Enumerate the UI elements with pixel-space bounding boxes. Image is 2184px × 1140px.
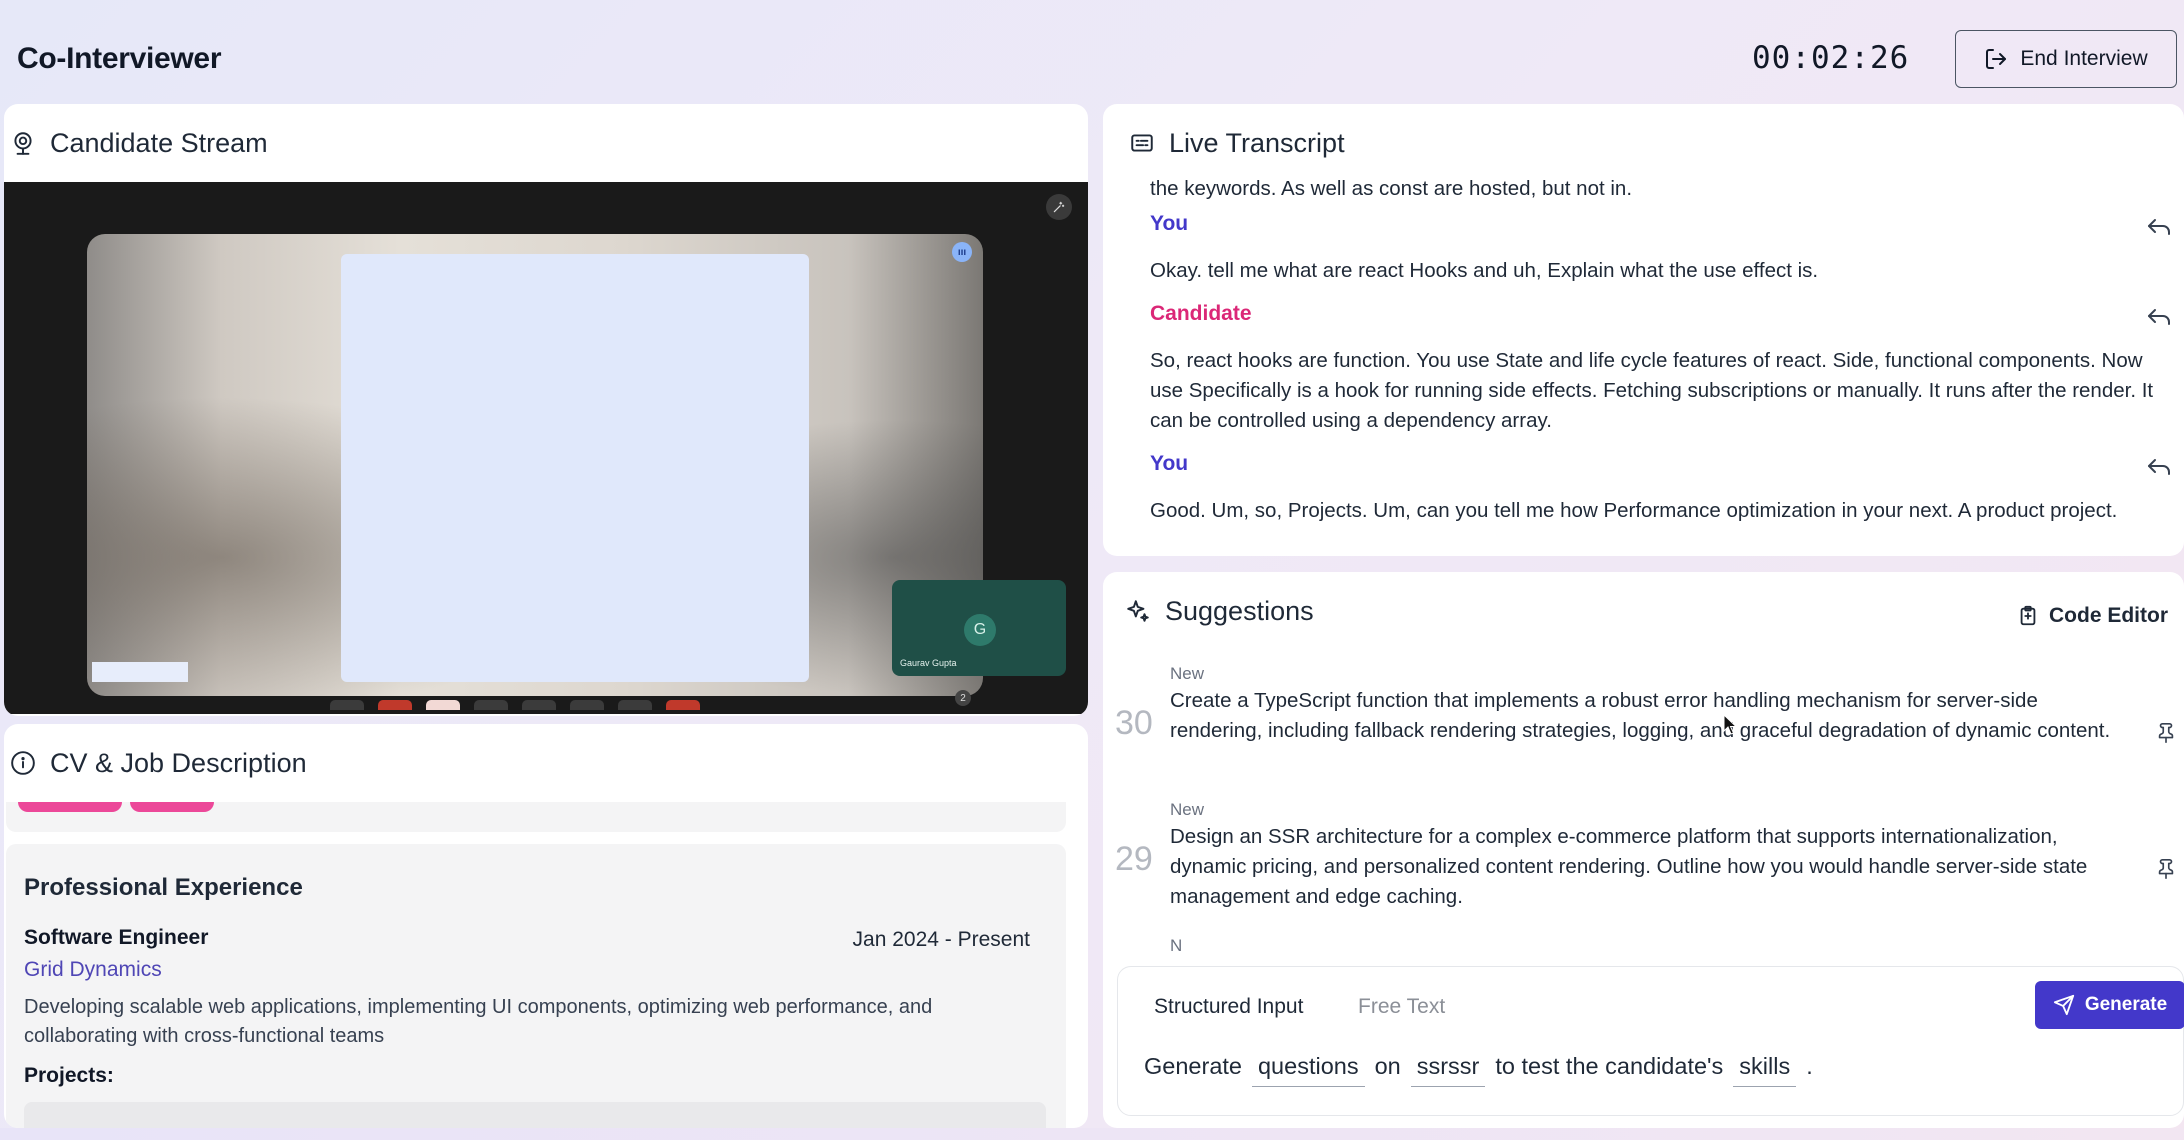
control-button[interactable] [618,700,652,710]
control-button[interactable] [426,700,460,710]
self-view-name: Gaurav Gupta [900,658,957,668]
participant-count-badge: 2 [955,690,971,706]
projects-label: Projects: [24,1064,114,1087]
send-icon [2053,994,2074,1016]
stream-header: Candidate Stream [4,104,1088,182]
skill-tag [18,802,122,812]
sentence-end: . [1806,1053,1813,1079]
reply-icon[interactable] [2146,216,2174,238]
leave-call-button[interactable] [666,700,700,710]
code-editor-button[interactable]: Code Editor [2017,604,2168,628]
transcript-text: So, react hooks are function. You use St… [1150,349,2154,432]
pin-icon[interactable] [2155,722,2177,744]
sentence-word: to test the candidate's [1495,1053,1724,1079]
code-editor-label: Code Editor [2049,604,2168,627]
webcam-icon [14,132,32,155]
reply-icon[interactable] [2146,456,2174,478]
transcript-text: Good. Um, so, Projects. Um, can you tell… [1150,499,2118,522]
magic-edit-icon[interactable] [1046,194,1072,220]
transcript-title: Live Transcript [1169,127,1345,158]
end-interview-button[interactable]: End Interview [1955,30,2177,88]
suggestion-item[interactable]: 30 New Create a TypeScript function that… [1103,664,2184,794]
reply-icon[interactable] [2146,306,2174,328]
clipboard-icon [2020,605,2036,626]
suggestion-number: 30 [1115,704,1153,742]
suggestions-card: Suggestions Code Editor 30 New Create a … [1103,572,2184,1128]
suggestion-status: N [1170,936,1183,952]
job-dates: Jan 2024 - Present [852,928,1030,951]
top-bar: Co-Interviewer 00:02:26 End Interview [4,4,2180,102]
mouse-cursor-icon [1723,714,1738,735]
question-type-select[interactable]: questions [1251,1053,1365,1087]
stream-title: Candidate Stream [50,127,268,158]
info-icon [11,751,35,775]
transcript-scroll-area[interactable]: the keywords. As well as const are hoste… [1103,174,2184,554]
skill-tag [130,802,214,812]
structured-sentence: Generate questions on ssrssr to test the… [1144,1053,1813,1087]
candidate-redaction-box [341,254,809,682]
control-button[interactable] [474,700,508,710]
speaker-label-you: You [1150,212,1189,235]
pin-icon[interactable] [2155,858,2177,880]
control-button[interactable] [378,700,412,710]
interview-timer: 00:02:26 [1752,40,1910,76]
speaker-label-you: You [1150,452,1189,475]
experience-title: Professional Experience [24,874,303,901]
transcript-text: Okay. tell me what are react Hooks and u… [1150,259,1819,282]
cv-card: CV & Job Description Professional Experi… [4,724,1088,1128]
sentence-word: on [1374,1053,1401,1079]
cv-header: CV & Job Description [4,724,1088,802]
question-generator-panel: Structured Input Free Text Generate Gene… [1117,966,2184,1116]
skills-tag-strip [6,802,1066,832]
end-interview-label: End Interview [2020,47,2148,70]
sentence-word: Generate [1144,1053,1242,1079]
suggestions-title: Suggestions [1165,595,1314,626]
speaking-indicator-icon: ııı [952,242,972,262]
control-button[interactable] [570,700,604,710]
app-title: Co-Interviewer [17,42,222,75]
transcript-icon [1131,134,1153,152]
tab-free-text[interactable]: Free Text [1358,995,1445,1019]
speaker-label-candidate: Candidate [1150,302,1252,325]
experience-section: Professional Experience Software Enginee… [6,844,1066,1128]
transcript-text: the keywords. As well as const are hoste… [1150,177,1633,200]
candidate-name-tag [92,662,188,682]
self-avatar: G [964,614,996,646]
company-name: Grid Dynamics [24,958,162,981]
exit-icon [1986,49,2007,69]
control-button[interactable] [522,700,556,710]
meeting-controls [330,700,750,710]
suggestion-number: 29 [1115,840,1153,878]
control-button[interactable] [330,700,364,710]
tab-structured-input[interactable]: Structured Input [1154,995,1303,1019]
suggestion-text: Design an SSR architecture for a complex… [1170,825,2088,908]
cv-title: CV & Job Description [50,747,307,778]
job-description: Developing scalable web applications, im… [24,996,933,1047]
suggestion-text: Create a TypeScript function that implem… [1170,689,2111,742]
project-item [24,1102,1046,1128]
sparkle-icon [1127,600,1149,622]
suggestion-item[interactable]: 29 New Design an SSR architecture for a … [1103,800,2184,930]
suggestions-list[interactable]: 30 New Create a TypeScript function that… [1103,664,2184,952]
topic-input[interactable]: ssrssr [1410,1053,1486,1087]
self-view-tile[interactable]: G Gaurav Gupta [892,580,1066,676]
live-transcript-card: Live Transcript the keywords. As well as… [1103,104,2184,556]
generate-label: Generate [2084,994,2168,1015]
suggestion-status: New [1170,664,1205,683]
transcript-header: Live Transcript [1103,104,2184,182]
aspect-select[interactable]: skills [1733,1053,1797,1087]
cv-scroll-area[interactable]: Professional Experience Software Enginee… [4,802,1088,1128]
generate-button[interactable]: Generate [2035,981,2184,1029]
job-title: Software Engineer [24,926,209,949]
bottom-edge [0,1128,2184,1140]
suggestion-status: New [1170,800,1205,819]
